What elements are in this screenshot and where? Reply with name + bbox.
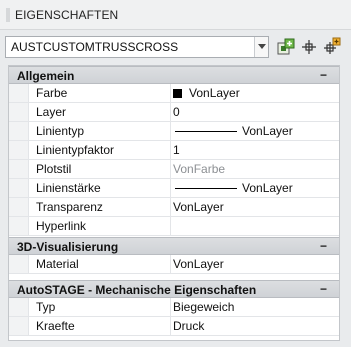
pickadd-toggle-icon <box>324 37 341 54</box>
row-gutter <box>9 198 29 216</box>
row-gutter <box>9 298 29 316</box>
column-divider[interactable] <box>170 298 171 316</box>
pickadd-toggle-button[interactable] <box>322 37 342 57</box>
row-gutter <box>9 317 29 335</box>
property-row-linientypfaktor[interactable]: Linientypfaktor 1 <box>9 141 339 160</box>
property-name: Typ <box>36 300 56 314</box>
property-name: Hyperlink <box>36 219 87 233</box>
row-gutter <box>9 217 29 235</box>
property-value[interactable]: VonLayer <box>173 200 224 214</box>
column-divider[interactable] <box>170 317 171 335</box>
section-header-allgemein[interactable]: Allgemein − <box>9 66 339 84</box>
property-value[interactable]: VonLayer <box>242 181 293 195</box>
property-row-kraefte[interactable]: Kraefte Druck <box>9 317 339 336</box>
drag-grip-icon[interactable] <box>6 8 10 22</box>
linetype-sample-icon <box>175 131 237 132</box>
color-swatch-icon <box>173 89 182 98</box>
property-name: Linientyp <box>36 124 85 138</box>
row-gutter <box>9 255 29 273</box>
section-header-autostage[interactable]: AutoSTAGE - Mechanische Eigenschaften − <box>9 280 339 298</box>
property-name: Material <box>36 257 79 271</box>
row-gutter <box>9 122 29 140</box>
property-name: Linienstärke <box>36 181 101 195</box>
column-divider[interactable] <box>170 122 171 140</box>
property-value[interactable]: Druck <box>173 319 204 333</box>
collapse-toggle-icon[interactable]: − <box>320 239 327 253</box>
row-gutter <box>9 103 29 121</box>
palette-title: EIGENSCHAFTEN <box>15 8 119 22</box>
select-objects-icon <box>302 40 316 54</box>
property-row-linientyp[interactable]: Linientyp VonLayer <box>9 122 339 141</box>
property-value-disabled: VonFarbe <box>173 162 226 176</box>
column-divider[interactable] <box>170 160 171 178</box>
dropdown-arrow-button[interactable] <box>254 37 268 57</box>
row-gutter <box>9 160 29 178</box>
property-row-farbe[interactable]: Farbe VonLayer <box>9 84 339 103</box>
column-divider[interactable] <box>170 84 171 102</box>
property-name: Farbe <box>36 86 68 100</box>
collapse-toggle-icon[interactable]: − <box>320 282 327 296</box>
property-row-typ[interactable]: Typ Biegeweich <box>9 298 339 317</box>
column-divider[interactable] <box>170 217 171 235</box>
palette-title-bar[interactable]: EIGENSCHAFTEN <box>0 0 351 30</box>
section-title: 3D-Visualisierung <box>17 240 119 254</box>
property-name: Transparenz <box>36 200 103 214</box>
section-title: AutoSTAGE - Mechanische Eigenschaften <box>17 283 257 297</box>
quick-select-button[interactable] <box>276 37 296 57</box>
property-row-hyperlink[interactable]: Hyperlink <box>9 217 339 236</box>
column-divider[interactable] <box>170 103 171 121</box>
row-gutter <box>9 179 29 197</box>
lineweight-sample-icon <box>175 188 237 189</box>
property-row-transparenz[interactable]: Transparenz VonLayer <box>9 198 339 217</box>
property-name: Plotstil <box>36 162 72 176</box>
section-title: Allgemein <box>17 69 75 83</box>
chevron-down-icon <box>258 44 266 49</box>
property-name: Linientypfaktor <box>36 143 115 157</box>
property-row-layer[interactable]: Layer 0 <box>9 103 339 122</box>
column-divider[interactable] <box>170 141 171 159</box>
column-divider[interactable] <box>170 198 171 216</box>
quick-select-icon <box>277 38 295 55</box>
property-value[interactable]: 1 <box>173 143 180 157</box>
property-value[interactable]: VonLayer <box>189 86 240 100</box>
property-row-linienstaerke[interactable]: Linienstärke VonLayer <box>9 179 339 198</box>
section-header-3d-visualisierung[interactable]: 3D-Visualisierung − <box>9 237 339 255</box>
column-divider[interactable] <box>170 179 171 197</box>
column-divider[interactable] <box>170 255 171 273</box>
row-gutter <box>9 84 29 102</box>
row-gutter <box>9 141 29 159</box>
property-value[interactable]: VonLayer <box>242 124 293 138</box>
collapse-toggle-icon[interactable]: − <box>320 68 327 82</box>
property-value[interactable]: 0 <box>173 105 180 119</box>
property-name: Layer <box>36 105 67 119</box>
select-objects-button[interactable] <box>299 37 319 57</box>
properties-grid: Allgemein − Farbe VonLayer Layer 0 Linie… <box>8 65 340 341</box>
property-row-material[interactable]: Material VonLayer <box>9 255 339 274</box>
property-row-plotstil[interactable]: Plotstil VonFarbe <box>9 160 339 179</box>
property-value[interactable]: VonLayer <box>173 257 224 271</box>
object-type-value: AUSTCUSTOMTRUSSCROSS <box>11 40 179 54</box>
property-name: Kraefte <box>36 319 75 333</box>
object-type-dropdown[interactable]: AUSTCUSTOMTRUSSCROSS <box>5 36 269 58</box>
property-value[interactable]: Biegeweich <box>173 300 234 314</box>
